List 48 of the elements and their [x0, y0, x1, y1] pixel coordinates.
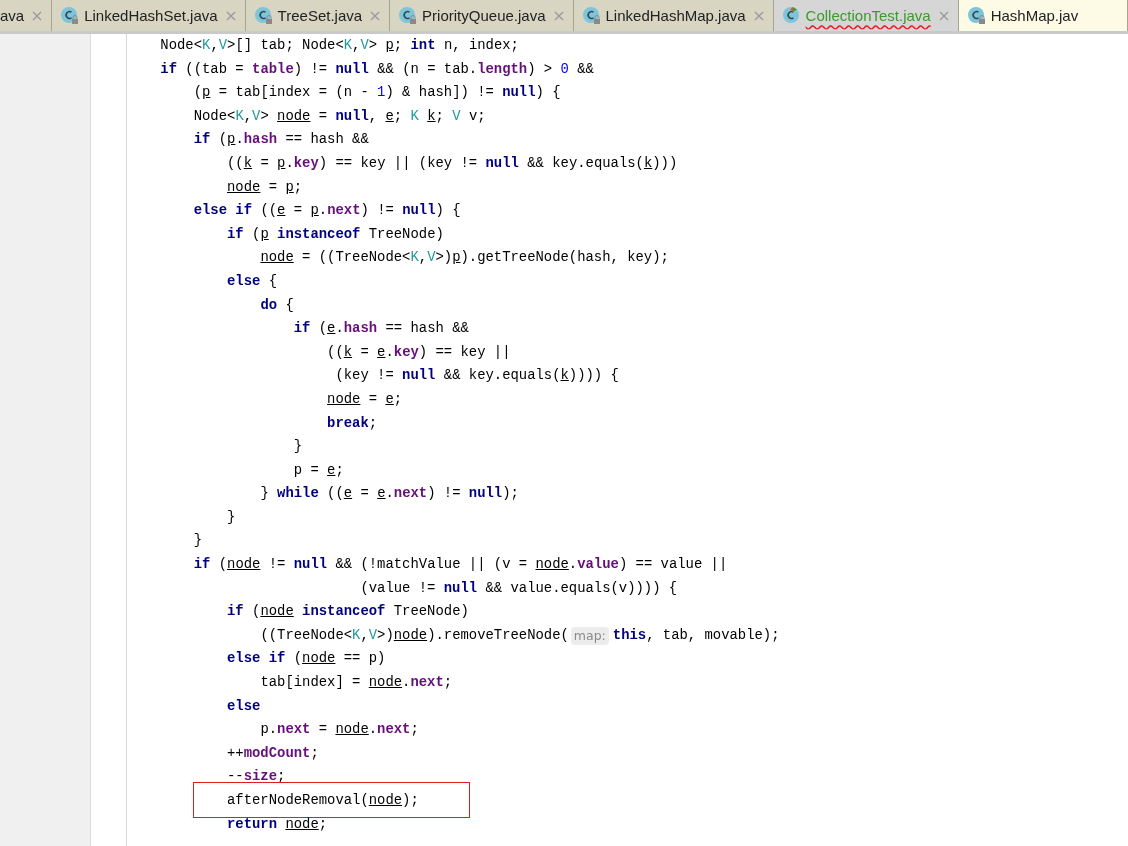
editor-tab[interactable]: TreeSet.java	[245, 0, 391, 31]
editor-tab[interactable]: LinkedHashSet.java	[52, 0, 246, 31]
code-line: ((k = e.key) == key ||	[326, 342, 511, 362]
code-line: if (p instanceof TreeNode)	[226, 224, 444, 244]
close-icon[interactable]	[937, 9, 950, 22]
code-line: Node<K,V>[] tab; Node<K,V> p; int n, index;	[159, 36, 519, 55]
code-line: node = ((TreeNode<K,V>)p).getTreeNode(hash, key);	[259, 248, 669, 268]
editor-tab[interactable]: LinkedHashMap.java	[573, 0, 774, 31]
code-line: if (e.hash == hash &&	[292, 319, 469, 339]
close-icon[interactable]	[224, 9, 237, 22]
editor-tab[interactable]: ava	[0, 0, 53, 31]
code-line: tab[index] = node.next;	[259, 673, 453, 693]
code-line: if (node instanceof TreeNode)	[226, 602, 469, 622]
editor-tab[interactable]: HashMap.jav	[958, 0, 1128, 31]
code-line: if ((tab = table) != null && (n = tab.length) > 0 &&	[159, 59, 594, 79]
code-line: do {	[259, 295, 294, 315]
code-line: (value != null && value.equals(v)))) {	[359, 578, 678, 598]
close-icon[interactable]	[552, 9, 565, 22]
close-icon[interactable]	[752, 9, 765, 22]
code-line: p = e;	[292, 460, 344, 480]
code-line: if (node != null && (!matchValue || (v = node.value) == value ||	[192, 555, 728, 575]
code-line: else if ((e = p.next) != null) {	[192, 201, 461, 221]
code-line: this, tab, movable);	[612, 625, 780, 645]
code-line: ++modCount;	[226, 743, 319, 763]
code-line: node = p;	[226, 177, 303, 197]
code-line: }	[292, 437, 303, 457]
code-line: Node<K,V> node = null, e; K k; V v;	[192, 106, 486, 126]
code-line: else if (node == p)	[226, 649, 386, 669]
code-line: else {	[226, 271, 278, 291]
code-line: p.next = node.next;	[259, 720, 419, 740]
code-line: afterNodeRemoval(node);	[226, 791, 419, 810]
code-line: ((k = p.key) == key || (key != null && key.equals(k)))	[226, 153, 678, 173]
code-line: --size;	[226, 767, 286, 787]
code-line: node = e;	[326, 389, 403, 409]
code-line: else	[226, 696, 261, 716]
code-line: if (p.hash == hash &&	[192, 130, 369, 150]
code-line: ((TreeNode<K,V>)node).removeTreeNode(	[259, 625, 569, 645]
code-line: } while ((e = e.next) != null);	[259, 484, 519, 504]
close-icon[interactable]	[369, 9, 382, 22]
code-line: }	[192, 531, 203, 551]
code-line: (key != null && key.equals(k)))) {	[334, 366, 619, 386]
code-line: return node;	[226, 814, 328, 834]
code-line: }	[226, 507, 236, 527]
code-line: break;	[326, 413, 378, 433]
close-icon[interactable]	[31, 9, 44, 22]
editor-tab[interactable]: PriorityQueue.java	[390, 0, 574, 31]
code-line: (p = tab[index = (n - 1) & hash]) != null) {	[192, 83, 561, 103]
parameter-hint: map:	[570, 626, 609, 645]
